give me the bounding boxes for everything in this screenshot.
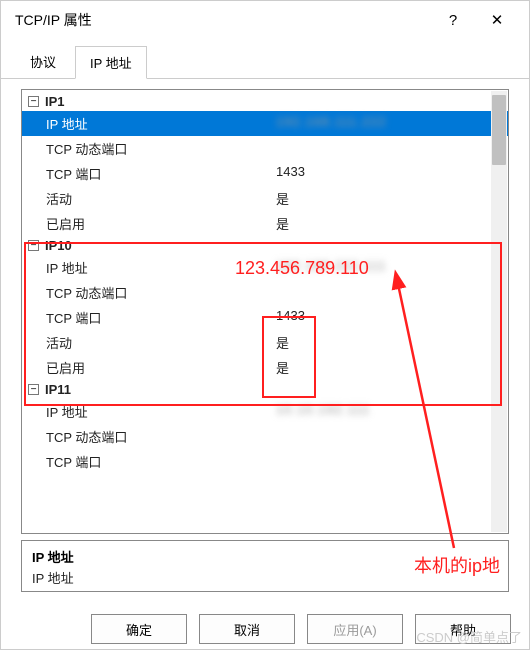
prop-value[interactable]: 是 xyxy=(276,189,508,208)
group-ip10[interactable]: − IP10 xyxy=(22,236,508,255)
group-label: IP10 xyxy=(45,238,72,253)
cancel-button[interactable]: 取消 xyxy=(199,614,295,644)
prop-value[interactable]: 是 xyxy=(276,333,508,352)
row-ip10-active[interactable]: 活动 是 xyxy=(22,330,508,355)
ok-button[interactable]: 确定 xyxy=(91,614,187,644)
prop-value[interactable]: 10.10.192.111 xyxy=(276,402,508,421)
row-ip10-ip-address[interactable]: IP 地址 192.168.222.111 xyxy=(22,255,508,280)
prop-value[interactable] xyxy=(276,427,508,446)
group-label: IP11 xyxy=(45,382,71,397)
description-panel: IP 地址 IP 地址 xyxy=(21,540,509,592)
collapse-icon[interactable]: − xyxy=(28,384,39,395)
prop-label: TCP 端口 xyxy=(46,164,276,183)
prop-value[interactable]: 是 xyxy=(276,214,508,233)
group-label: IP1 xyxy=(45,94,65,109)
description-text: IP 地址 xyxy=(32,566,498,587)
vertical-scrollbar[interactable] xyxy=(491,91,507,532)
prop-value[interactable]: 192.168.222.111 xyxy=(276,258,508,277)
tab-ip-addresses[interactable]: IP 地址 xyxy=(75,46,147,79)
content-area: − IP1 IP 地址 192.168.111.222 TCP 动态端口 TCP… xyxy=(1,79,529,602)
scroll-thumb[interactable] xyxy=(492,95,506,165)
tab-bar: 协议 IP 地址 xyxy=(1,39,529,79)
row-ip11-tcp-dyn-port[interactable]: TCP 动态端口 xyxy=(22,424,508,449)
row-ip11-tcp-port[interactable]: TCP 端口 xyxy=(22,449,508,474)
row-ip1-ip-address[interactable]: IP 地址 192.168.111.222 xyxy=(22,111,508,136)
row-ip10-tcp-dyn-port[interactable]: TCP 动态端口 xyxy=(22,280,508,305)
close-button[interactable]: ✕ xyxy=(475,5,519,35)
prop-label: IP 地址 xyxy=(46,114,276,133)
prop-label: IP 地址 xyxy=(46,402,276,421)
prop-label: 已启用 xyxy=(46,214,276,233)
titlebar: TCP/IP 属性 ? ✕ xyxy=(1,1,529,39)
row-ip11-ip-address[interactable]: IP 地址 10.10.192.111 xyxy=(22,399,508,424)
group-ip1[interactable]: − IP1 xyxy=(22,92,508,111)
tab-protocol[interactable]: 协议 xyxy=(15,45,71,78)
row-ip1-tcp-dyn-port[interactable]: TCP 动态端口 xyxy=(22,136,508,161)
dialog-title: TCP/IP 属性 xyxy=(15,10,431,30)
collapse-icon[interactable]: − xyxy=(28,240,39,251)
prop-value[interactable]: 1433 xyxy=(276,308,508,327)
prop-label: 活动 xyxy=(46,189,276,208)
property-grid: − IP1 IP 地址 192.168.111.222 TCP 动态端口 TCP… xyxy=(21,89,509,534)
prop-value[interactable] xyxy=(276,283,508,302)
collapse-icon[interactable]: − xyxy=(28,96,39,107)
prop-label: TCP 动态端口 xyxy=(46,139,276,158)
prop-label: IP 地址 xyxy=(46,258,276,277)
prop-label: TCP 端口 xyxy=(46,452,276,471)
help-button[interactable]: ? xyxy=(431,5,475,35)
watermark: CSDN @简单点了 xyxy=(416,627,522,646)
prop-value[interactable]: 是 xyxy=(276,358,508,377)
prop-label: TCP 端口 xyxy=(46,308,276,327)
prop-label: 已启用 xyxy=(46,358,276,377)
prop-label: TCP 动态端口 xyxy=(46,427,276,446)
prop-value[interactable]: 1433 xyxy=(276,164,508,183)
row-ip10-tcp-port[interactable]: TCP 端口 1433 xyxy=(22,305,508,330)
group-ip11[interactable]: − IP11 xyxy=(22,380,508,399)
dialog-window: TCP/IP 属性 ? ✕ 协议 IP 地址 − IP1 IP 地址 192.1… xyxy=(0,0,530,650)
row-ip1-enabled[interactable]: 已启用 是 xyxy=(22,211,508,236)
prop-label: TCP 动态端口 xyxy=(46,283,276,302)
row-ip1-active[interactable]: 活动 是 xyxy=(22,186,508,211)
prop-value[interactable] xyxy=(276,139,508,158)
row-ip1-tcp-port[interactable]: TCP 端口 1433 xyxy=(22,161,508,186)
prop-label: 活动 xyxy=(46,333,276,352)
description-heading: IP 地址 xyxy=(32,547,498,566)
prop-value[interactable] xyxy=(276,452,508,471)
row-ip10-enabled[interactable]: 已启用 是 xyxy=(22,355,508,380)
apply-button[interactable]: 应用(A) xyxy=(307,614,403,644)
prop-value[interactable]: 192.168.111.222 xyxy=(276,114,508,133)
